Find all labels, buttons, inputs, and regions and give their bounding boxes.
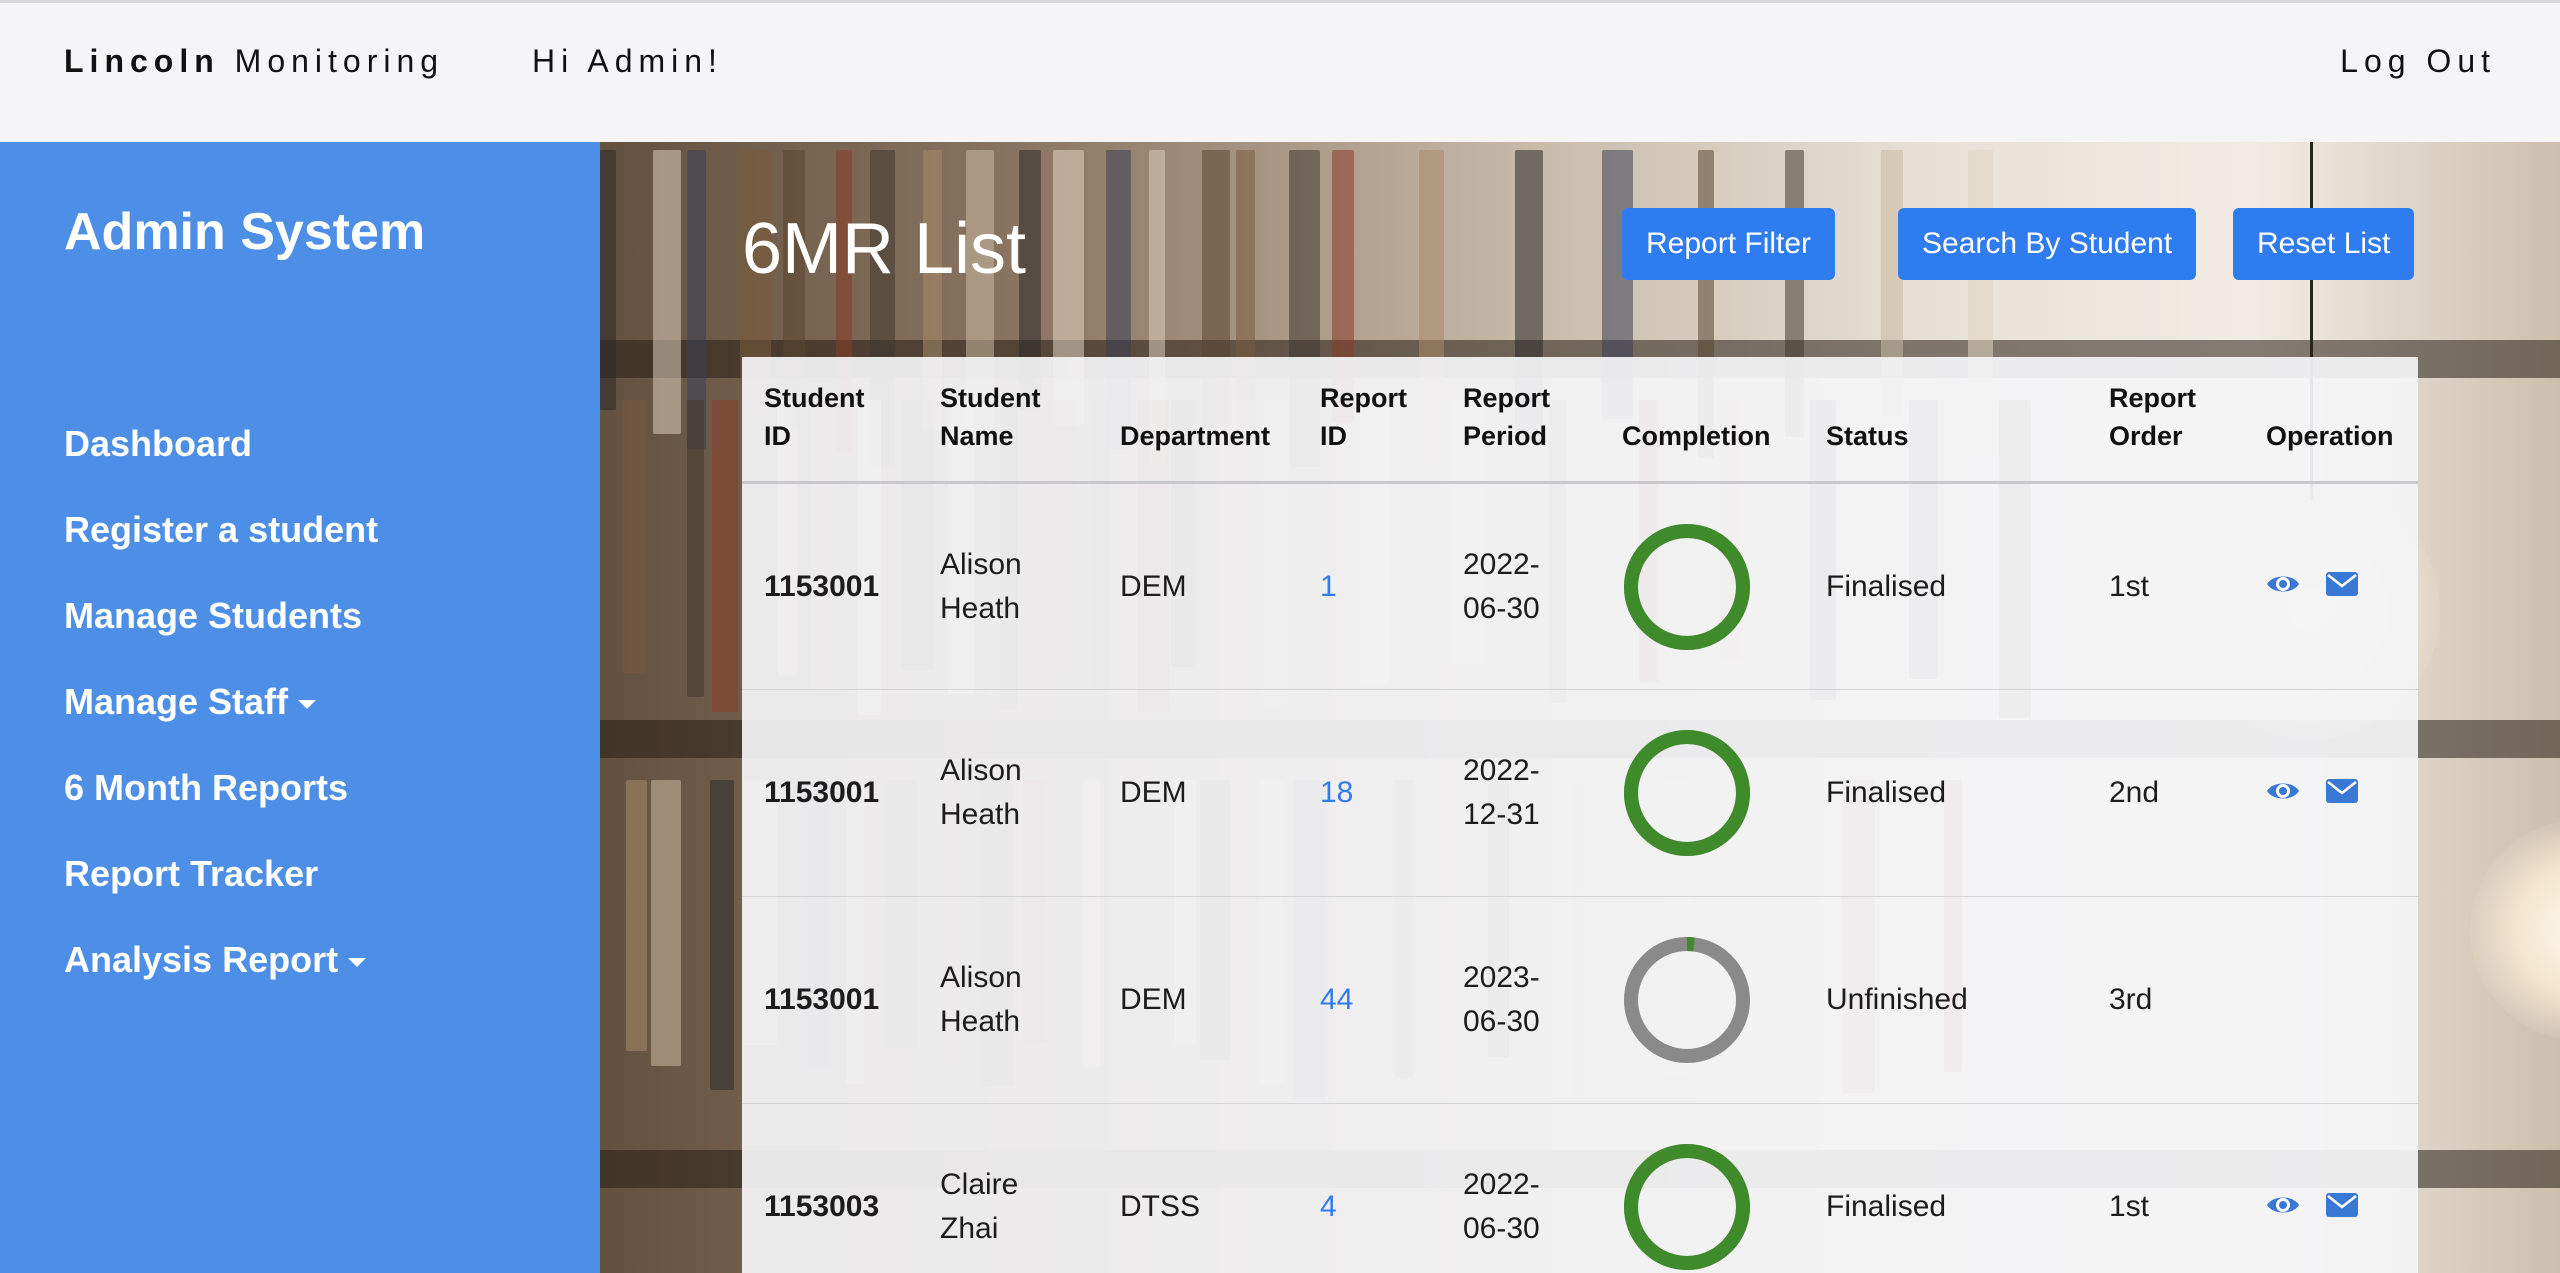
table-row: 1153001 Alison Heath DEM 44 2023- 06-30 Un… bbox=[742, 896, 2418, 1104]
sidebar-nav: Dashboard Register a student Manage Stud… bbox=[64, 422, 378, 1024]
cell-report-id: 44 bbox=[1298, 896, 1441, 1104]
envelope-icon[interactable] bbox=[2326, 772, 2359, 816]
sidebar-item-label: Analysis Report bbox=[64, 939, 339, 980]
cell-operation bbox=[2244, 1103, 2418, 1273]
brand[interactable]: Lincoln Monitoring bbox=[64, 43, 444, 80]
sidebar-item-register-student[interactable]: Register a student bbox=[64, 508, 378, 594]
sidebar-item-6-month-reports[interactable]: 6 Month Reports bbox=[64, 766, 378, 852]
cell-report-id: 4 bbox=[1298, 1103, 1441, 1273]
envelope-icon[interactable] bbox=[2326, 1186, 2359, 1230]
cell-report-order: 1st bbox=[2087, 1103, 2244, 1273]
sidebar-item-label: Report Tracker bbox=[64, 853, 319, 894]
col-header-student-id[interactable]: Student ID bbox=[742, 357, 918, 484]
cell-student-name: Claire Zhai bbox=[918, 1103, 1098, 1273]
sidebar-title: Admin System bbox=[64, 203, 426, 261]
cell-completion bbox=[1600, 1103, 1804, 1273]
col-header-student-name[interactable]: Student Name bbox=[918, 357, 1098, 484]
cell-completion bbox=[1600, 896, 1804, 1104]
report-table: Student ID Student Name Department Report I… bbox=[742, 357, 2418, 1273]
completion-ring-icon bbox=[1624, 523, 1750, 650]
cell-status: Unfinished bbox=[1804, 896, 2087, 1104]
table-row: 1153001 Alison Heath DEM 1 2022- 06-30 Fin… bbox=[742, 482, 2418, 690]
report-filter-button[interactable]: Report Filter bbox=[1622, 208, 1836, 280]
cell-department: DEM bbox=[1098, 689, 1298, 897]
greeting-text: Hi Admin! bbox=[532, 43, 723, 79]
cell-operation bbox=[2244, 896, 2418, 1104]
cell-report-order: 1st bbox=[2087, 482, 2244, 690]
cell-report-order: 3rd bbox=[2087, 896, 2244, 1104]
sidebar-item-dashboard[interactable]: Dashboard bbox=[64, 422, 378, 508]
cell-student-name: Alison Heath bbox=[918, 896, 1098, 1104]
sidebar: Admin System Dashboard Register a studen… bbox=[0, 142, 600, 1273]
cell-operation bbox=[2244, 689, 2418, 897]
brand-name-bold: Lincoln bbox=[64, 43, 220, 79]
cell-completion bbox=[1600, 482, 1804, 690]
sidebar-item-label: Register a student bbox=[64, 509, 379, 550]
eye-icon[interactable] bbox=[2266, 1186, 2300, 1230]
col-header-report-period[interactable]: Report Period bbox=[1441, 357, 1600, 484]
cell-student-name: Alison Heath bbox=[918, 482, 1098, 690]
sidebar-item-analysis-report[interactable]: Analysis Report bbox=[64, 938, 378, 1024]
cell-department: DEM bbox=[1098, 482, 1298, 690]
reset-list-button[interactable]: Reset List bbox=[2233, 208, 2415, 280]
page-title: 6MR List bbox=[742, 209, 1027, 289]
cell-department: DTSS bbox=[1098, 1103, 1298, 1273]
report-id-link[interactable]: 4 bbox=[1320, 1190, 1337, 1223]
brand-name-rest: Monitoring bbox=[234, 43, 445, 79]
sidebar-item-manage-students[interactable]: Manage Students bbox=[64, 594, 378, 680]
col-header-report-order[interactable]: Report Order bbox=[2087, 357, 2244, 484]
sidebar-item-label: Manage Students bbox=[64, 595, 363, 636]
table-row: 1153001 Alison Heath DEM 18 2022- 12-31 Fi… bbox=[742, 689, 2418, 897]
col-header-completion[interactable]: Completion bbox=[1600, 357, 1804, 484]
caret-down-icon bbox=[348, 957, 367, 967]
cell-department: DEM bbox=[1098, 896, 1298, 1104]
completion-ring-icon bbox=[1624, 937, 1750, 1063]
cell-report-id: 18 bbox=[1298, 689, 1441, 897]
sidebar-item-manage-staff[interactable]: Manage Staff bbox=[64, 680, 378, 766]
report-id-link[interactable]: 18 bbox=[1320, 776, 1353, 809]
cell-report-period: 2022- 06-30 bbox=[1441, 1103, 1600, 1273]
sidebar-item-label: Manage Staff bbox=[64, 681, 289, 722]
cell-report-period: 2023- 06-30 bbox=[1441, 896, 1600, 1104]
sidebar-item-report-tracker[interactable]: Report Tracker bbox=[64, 852, 378, 938]
logout-link[interactable]: Log Out bbox=[2340, 43, 2496, 80]
cell-completion bbox=[1600, 689, 1804, 897]
completion-ring-icon bbox=[1624, 730, 1750, 856]
report-id-link[interactable]: 44 bbox=[1320, 983, 1353, 1016]
eye-icon[interactable] bbox=[2266, 772, 2300, 816]
cell-student-name: Alison Heath bbox=[918, 689, 1098, 897]
top-navbar: Lincoln Monitoring Hi Admin! Log Out bbox=[0, 0, 2560, 142]
eye-icon[interactable] bbox=[2266, 565, 2300, 609]
table-row: 1153003 Claire Zhai DTSS 4 2022- 06-30 Fin… bbox=[742, 1103, 2418, 1273]
cell-student-id: 1153003 bbox=[742, 1103, 918, 1273]
col-header-department[interactable]: Department bbox=[1098, 357, 1298, 484]
caret-down-icon bbox=[298, 699, 317, 709]
cell-status: Finalised bbox=[1804, 482, 2087, 690]
table-header-row: Student ID Student Name Department Report I… bbox=[742, 357, 2418, 484]
report-table-card: Student ID Student Name Department Report I… bbox=[742, 357, 2418, 1273]
cell-operation bbox=[2244, 482, 2418, 690]
sidebar-item-label: Dashboard bbox=[64, 423, 253, 464]
cell-report-order: 2nd bbox=[2087, 689, 2244, 897]
cell-report-id: 1 bbox=[1298, 482, 1441, 690]
report-id-link[interactable]: 1 bbox=[1320, 570, 1337, 603]
completion-ring-icon bbox=[1624, 1144, 1750, 1270]
cell-report-period: 2022- 12-31 bbox=[1441, 689, 1600, 897]
cell-student-id: 1153001 bbox=[742, 896, 918, 1104]
cell-student-id: 1153001 bbox=[742, 482, 918, 690]
sidebar-item-label: 6 Month Reports bbox=[64, 767, 348, 808]
cell-status: Finalised bbox=[1804, 1103, 2087, 1273]
cell-status: Finalised bbox=[1804, 689, 2087, 897]
envelope-icon[interactable] bbox=[2326, 565, 2359, 609]
cell-student-id: 1153001 bbox=[742, 689, 918, 897]
col-header-operation: Operation bbox=[2244, 357, 2418, 484]
cell-report-period: 2022- 06-30 bbox=[1441, 482, 1600, 690]
search-by-student-button[interactable]: Search By Student bbox=[1898, 208, 2197, 280]
col-header-status[interactable]: Status bbox=[1804, 357, 2087, 484]
col-header-report-id[interactable]: Report ID bbox=[1298, 357, 1441, 484]
